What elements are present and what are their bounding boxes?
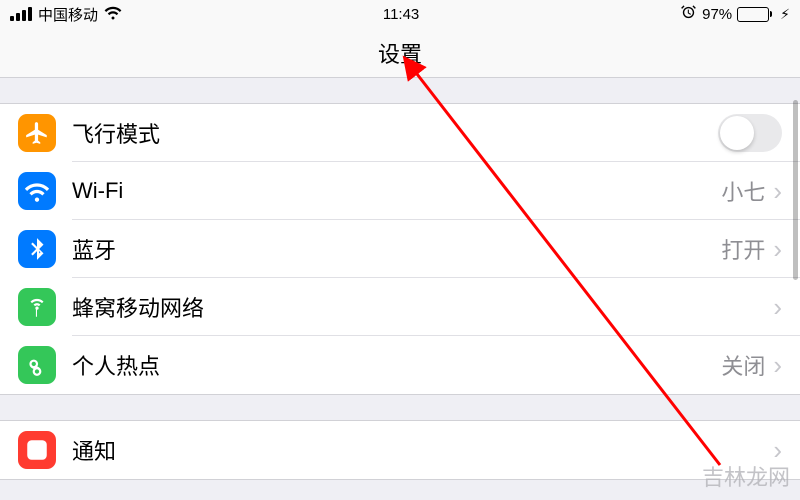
row-label: 蓝牙 xyxy=(72,233,721,265)
carrier-label: 中国移动 xyxy=(38,4,98,25)
row-hotspot[interactable]: 个人热点 关闭 › xyxy=(0,336,800,394)
chevron-right-icon: › xyxy=(773,234,782,265)
airplane-icon xyxy=(18,114,56,152)
settings-group-connectivity: 飞行模式 Wi-Fi 小七 › 蓝牙 打开 › 蜂窝移动网络 › 个人热点 关闭… xyxy=(0,103,800,395)
row-cellular[interactable]: 蜂窝移动网络 › xyxy=(0,278,800,336)
settings-group-notifications: 通知 › xyxy=(0,420,800,480)
row-wifi[interactable]: Wi-Fi 小七 › xyxy=(0,162,800,220)
hotspot-icon xyxy=(18,346,56,384)
chevron-right-icon: › xyxy=(773,292,782,323)
row-label: 个人热点 xyxy=(72,349,721,381)
wifi-status-icon xyxy=(104,3,122,25)
status-bar: 中国移动 11:43 97% ⚡︎ xyxy=(0,0,800,28)
row-notifications[interactable]: 通知 › xyxy=(0,421,800,479)
clock: 11:43 xyxy=(383,6,419,23)
row-value: 打开 xyxy=(721,233,765,265)
battery-icon xyxy=(737,7,772,22)
row-label: 飞行模式 xyxy=(72,117,718,149)
bluetooth-icon xyxy=(18,230,56,268)
chevron-right-icon: › xyxy=(773,350,782,381)
airplane-toggle[interactable] xyxy=(718,114,782,152)
row-value: 小七 xyxy=(721,175,765,207)
row-label: 通知 xyxy=(72,434,773,466)
row-bluetooth[interactable]: 蓝牙 打开 › xyxy=(0,220,800,278)
battery-percent: 97% xyxy=(702,6,732,23)
row-label: 蜂窝移动网络 xyxy=(72,291,773,323)
notification-icon xyxy=(18,431,56,469)
nav-bar: 设置 xyxy=(0,28,800,78)
status-left: 中国移动 xyxy=(10,3,122,25)
cellular-icon xyxy=(18,288,56,326)
watermark: 吉林龙网 xyxy=(702,460,790,492)
charging-icon: ⚡︎ xyxy=(780,6,790,23)
row-value: 关闭 xyxy=(721,349,765,381)
signal-icon xyxy=(10,7,32,21)
alarm-icon xyxy=(680,4,697,25)
chevron-right-icon: › xyxy=(773,176,782,207)
page-title: 设置 xyxy=(378,37,422,69)
status-right: 97% ⚡︎ xyxy=(680,4,790,25)
scroll-indicator[interactable] xyxy=(793,100,798,280)
row-label: Wi-Fi xyxy=(72,178,721,204)
row-airplane-mode[interactable]: 飞行模式 xyxy=(0,104,800,162)
wifi-icon xyxy=(18,172,56,210)
